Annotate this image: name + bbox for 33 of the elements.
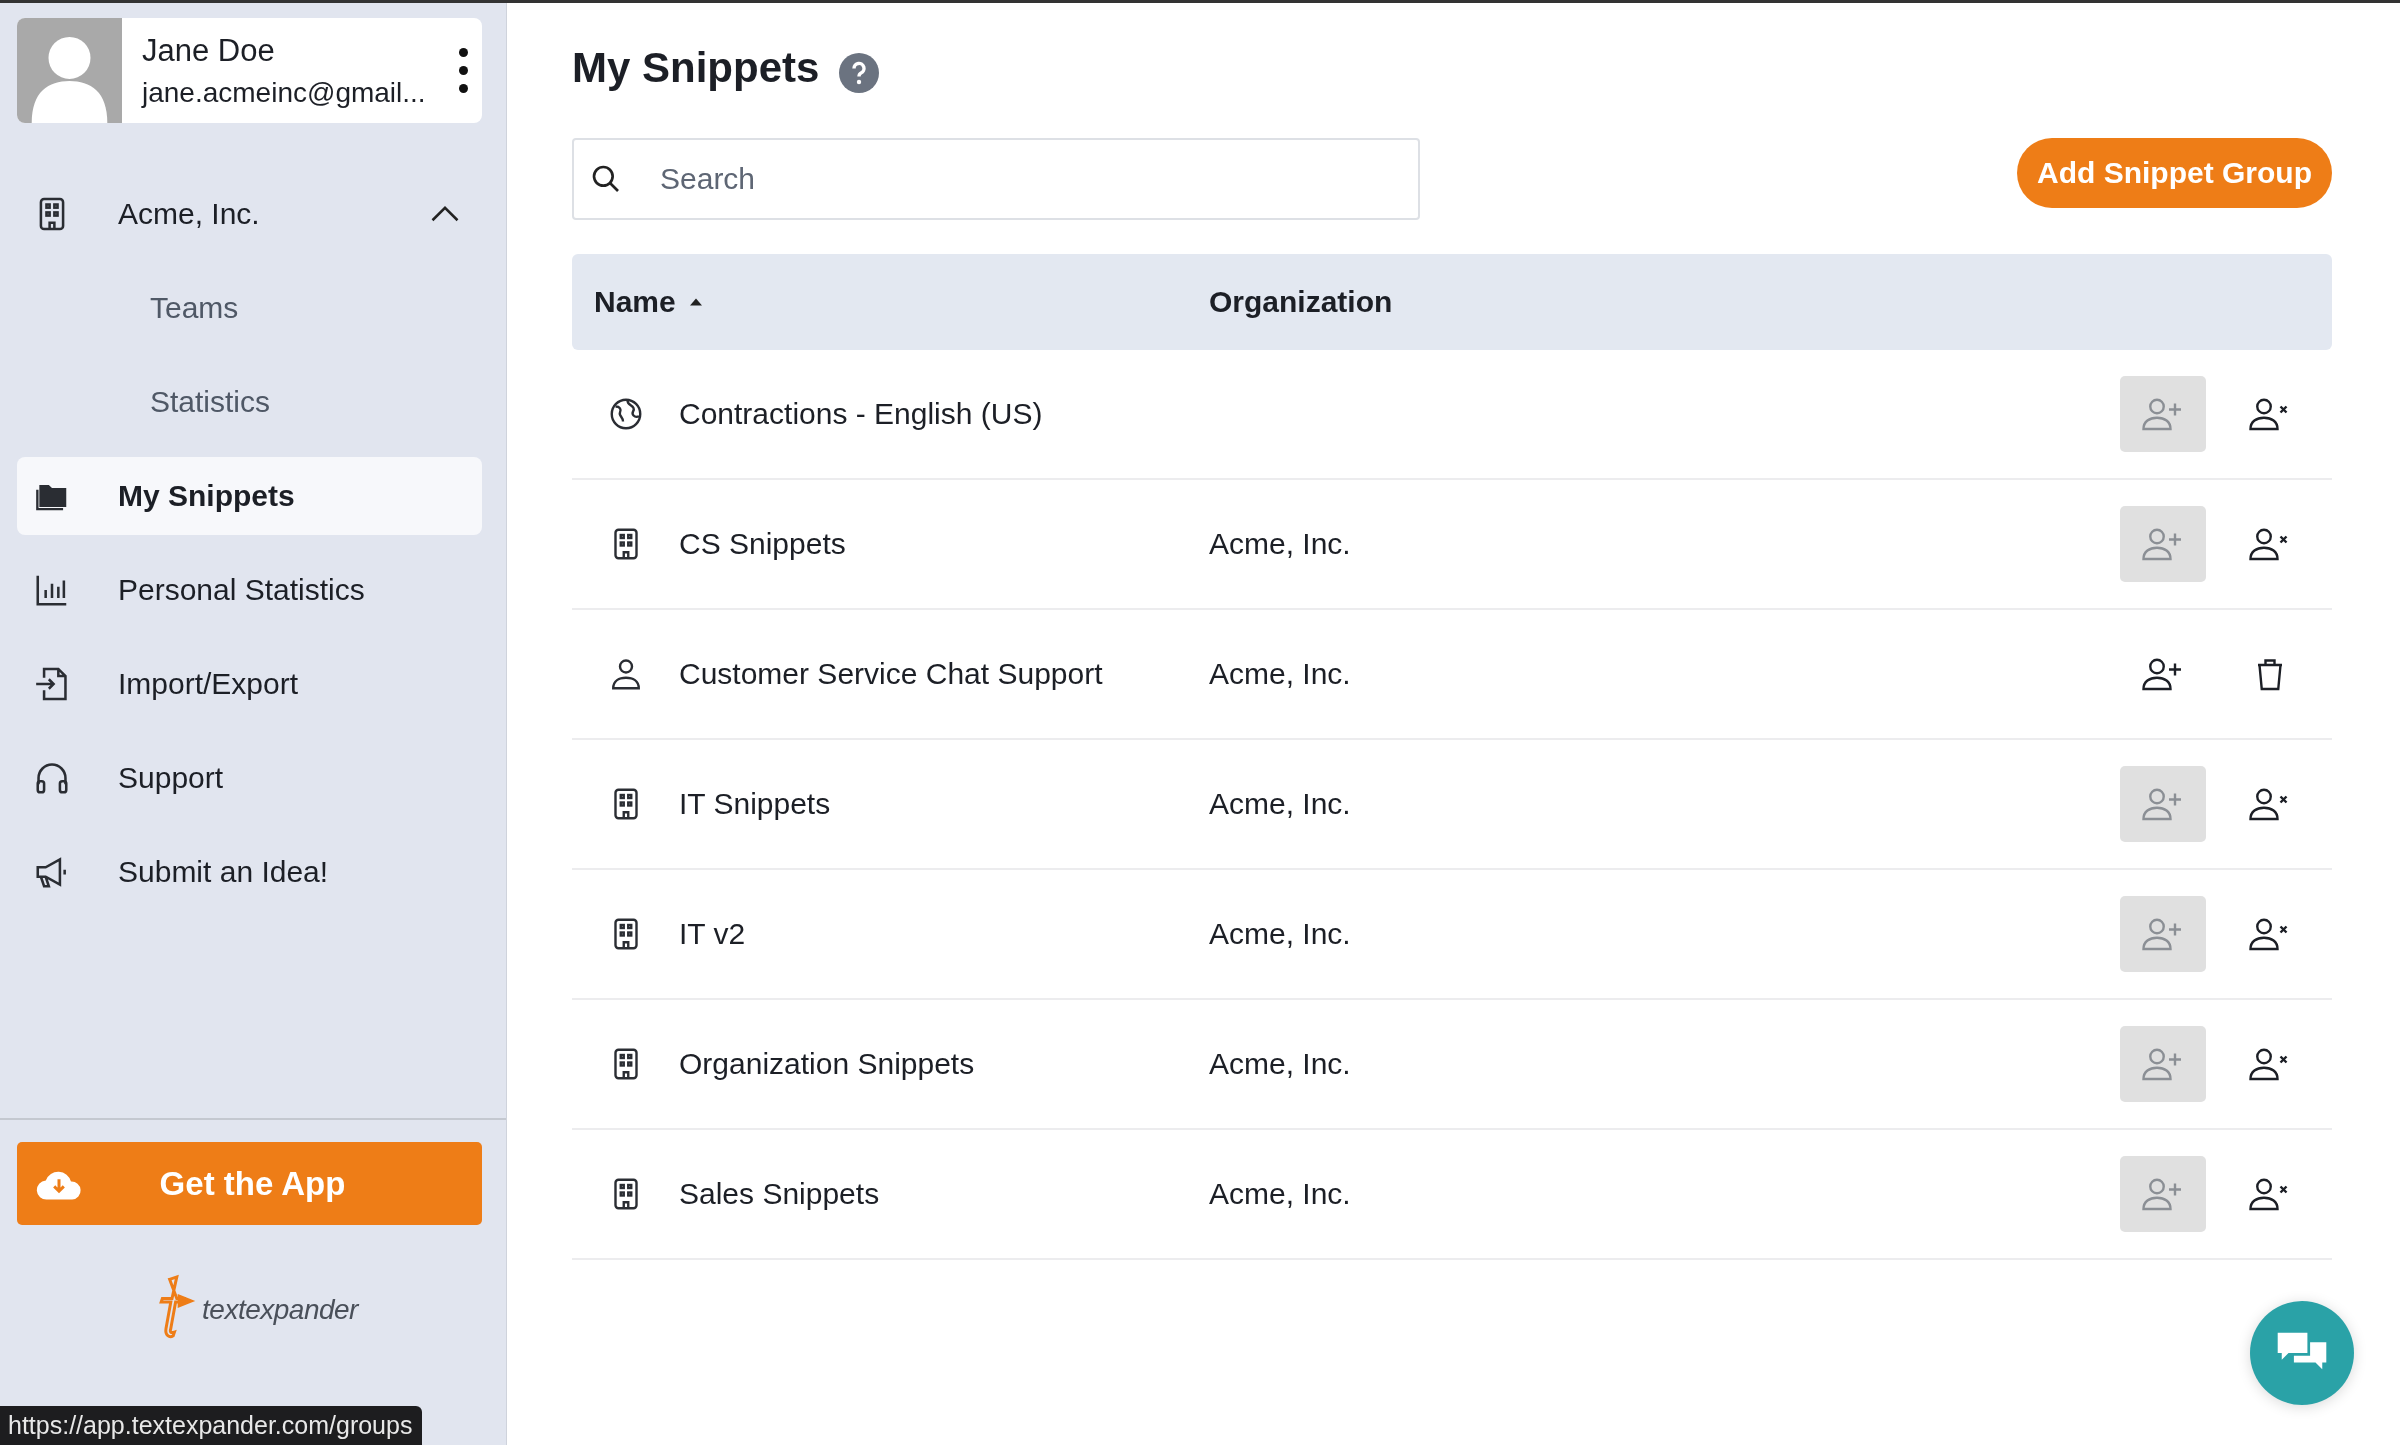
table-cell: Acme, Inc.: [1209, 1177, 1351, 1210]
table-cell: Acme, Inc.: [1209, 787, 1351, 820]
profile-card[interactable]: Jane Doe jane.acmeinc@gmail...: [17, 18, 482, 123]
chevron-icon[interactable]: [430, 205, 460, 223]
nav-item[interactable]: Support: [17, 739, 482, 817]
table-cell: Acme, Inc.: [1209, 1047, 1351, 1080]
table-cell: Acme, Inc.: [1209, 527, 1351, 560]
column-header[interactable]: Organization: [1209, 285, 1393, 319]
nav-item[interactable]: Personal Statistics: [17, 551, 482, 629]
table-cell-text: Sales Snippets: [679, 1177, 881, 1211]
user-name: Jane Doe: [142, 32, 276, 69]
sort-ascending-icon[interactable]: [689, 298, 702, 306]
logo-text: textexpander: [202, 1294, 358, 1326]
status-url-tooltip: https://app.textexpander.com/groups: [0, 1406, 423, 1445]
table-cell-text: CS Snippets: [679, 527, 847, 561]
nav-item[interactable]: My Snippets: [17, 457, 482, 535]
nav-item[interactable]: Acme, Inc.: [17, 175, 482, 253]
user-email: jane.acmeinc@gmail...: [142, 76, 427, 109]
nav-item[interactable]: Import/Export: [17, 645, 482, 723]
nav-subitem[interactable]: Teams: [17, 269, 482, 347]
table-cell-text: Organization Snippets: [679, 1047, 976, 1081]
search-field[interactable]: Search: [572, 138, 1420, 220]
table-cell-text: IT Snippets: [679, 787, 832, 821]
page-title: My Snippets: [572, 44, 820, 92]
nav-subitem[interactable]: Statistics: [17, 363, 482, 441]
table-cell: Acme, Inc.: [1209, 917, 1351, 950]
table-cell: Acme, Inc.: [1209, 657, 1351, 690]
help-icon[interactable]: [839, 53, 880, 93]
table-cell-text: Contractions - English (US): [679, 397, 1044, 431]
column-header[interactable]: Name: [572, 285, 1209, 319]
table-cell-text: Customer Service Chat Support: [679, 657, 1104, 691]
table-cell-text: IT v2: [679, 917, 747, 951]
nav-item[interactable]: Submit an Idea!: [17, 833, 482, 911]
